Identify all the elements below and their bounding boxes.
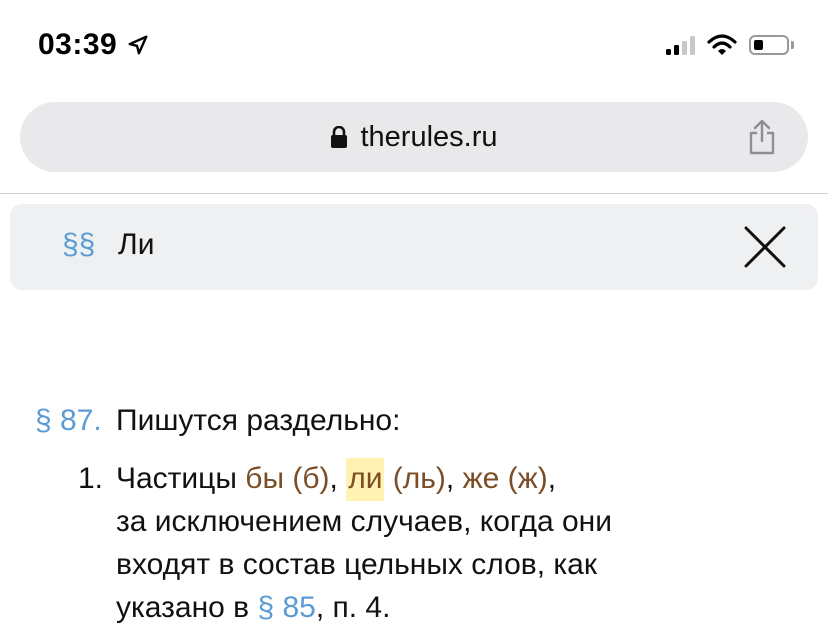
text-fragment: указано в [116,591,258,624]
list-item-line: за исключением случаев, когда они [116,505,613,538]
address-bar[interactable]: therules.ru [20,102,808,172]
search-panel: §§ Ли [10,204,818,290]
lock-icon [331,126,348,148]
text-fragment: , [445,462,463,495]
section-mark-icon: §§ [62,228,96,261]
text-fragment: , [329,462,347,495]
url-text: therules.ru [360,120,498,153]
search-query[interactable]: Ли [118,228,154,262]
wifi-icon [707,34,737,55]
list-item: Частицы бы (б), ли (ль), же (ж), за искл… [116,458,776,633]
text-fragment: , п. 4. [315,591,391,624]
text-fragment: Частицы [116,462,246,495]
close-icon[interactable] [742,224,788,270]
url-display[interactable]: therules.ru [20,102,808,172]
section-85-link[interactable]: § 85 [257,591,315,624]
share-icon[interactable] [746,118,778,156]
toolbar-divider [0,193,828,194]
location-arrow-icon [128,35,148,55]
list-item-line: указано в § 85, п. 4. [116,590,776,633]
particle-li-highlight: ли [346,458,385,501]
list-item-number: 1. [78,462,104,495]
cellular-signal-icon [666,35,695,55]
text-fragment: , [547,462,557,495]
battery-icon [749,35,789,55]
paragraph-title: Пишутся раздельно: [116,404,401,437]
text-fragment [384,462,392,495]
particle-l: (ль) [392,462,446,495]
list-item-line: входят в состав цельных слов, как [116,548,597,581]
paragraph-number-link[interactable]: § 87. [35,403,102,440]
status-icons [666,34,794,56]
clock: 03:39 [38,28,118,61]
particle-by: бы (б) [245,462,330,495]
status-bar-time: 03:39 [38,28,149,62]
particle-zhe: же (ж) [462,462,548,495]
list-item-line: Частицы бы (б), ли (ль), же (ж), [116,458,776,504]
